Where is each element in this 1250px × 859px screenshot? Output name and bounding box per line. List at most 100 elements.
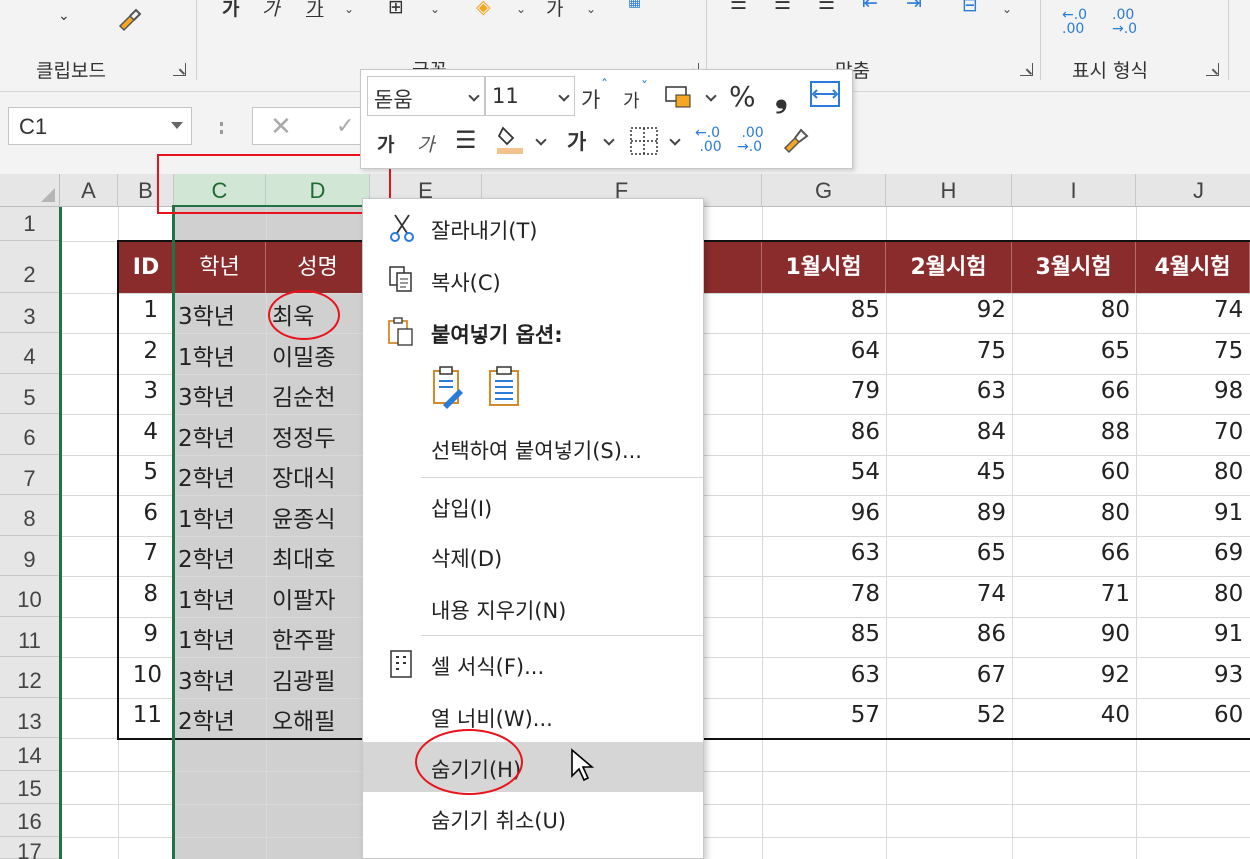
cell-grade[interactable]: 3학년 [178,662,235,696]
menu-item-hide[interactable]: 숨기기(H) [363,742,703,792]
cell-name[interactable]: 김순천 [272,378,335,412]
cell-name[interactable]: 정정두 [272,419,335,453]
cell-score[interactable]: 90 [1012,621,1130,647]
header-cell-month2[interactable]: 2월시험 [886,242,1012,293]
cell-score[interactable]: 84 [886,419,1006,445]
cell-id[interactable]: 11 [118,702,162,728]
cell-score[interactable]: 86 [886,621,1006,647]
cell-score[interactable]: 92 [1012,662,1130,688]
align-center-icon[interactable]: ☰ [455,126,477,154]
column-header-a[interactable]: A [60,174,118,207]
cell-score[interactable]: 40 [1012,702,1130,728]
cell-score[interactable]: 45 [886,459,1006,485]
wrap-text-icon[interactable] [809,80,841,113]
fill-dropdown-icon[interactable]: ⌄ [516,2,526,16]
fill-color-icon[interactable] [495,122,525,161]
row-header-5[interactable]: 5 [0,374,60,414]
format-painter-icon[interactable] [112,6,144,41]
paste-dropdown-icon[interactable]: ⌄ [58,8,70,24]
cell-score[interactable]: 74 [886,581,1006,607]
number-launcher-icon[interactable] [1206,63,1219,76]
row-header-8[interactable]: 8 [0,495,60,536]
enter-icon[interactable]: ✓ [336,114,354,139]
menu-item-column-width[interactable]: 열 너비(W)... [363,691,703,741]
font-name-select[interactable]: 돋움 [367,76,485,116]
name-box[interactable]: C1 [8,107,192,145]
comma-style-icon[interactable]: ❟ [775,76,788,115]
cell-score[interactable]: 65 [886,540,1006,566]
cell-name[interactable]: 장대식 [272,459,335,493]
decrease-decimal-icon[interactable]: .00 →.0 [1112,8,1137,36]
cell-grade[interactable]: 2학년 [178,459,235,493]
cell-score[interactable]: 63 [762,662,880,688]
format-painter-icon[interactable] [779,124,811,161]
merge-dropdown-icon[interactable]: ⌄ [1002,2,1012,16]
cell-score[interactable]: 71 [1012,581,1130,607]
fill-dropdown-icon[interactable] [535,134,547,146]
header-cell-month4[interactable]: 4월시험 [1136,242,1250,293]
cell-score[interactable]: 67 [886,662,1006,688]
cell-score[interactable]: 86 [762,419,880,445]
cell-grade[interactable]: 1학년 [178,621,235,655]
cell-score[interactable]: 66 [1012,540,1130,566]
clipboard-launcher-icon[interactable] [173,63,186,76]
cell-score[interactable]: 80 [1012,297,1130,323]
cell-name[interactable]: 이밀종 [272,338,335,372]
cell-id[interactable]: 5 [118,459,158,485]
cell-score[interactable]: 85 [762,621,880,647]
cell-score[interactable]: 91 [1214,500,1243,526]
row-header-6[interactable]: 6 [0,414,60,455]
grow-font-icon[interactable]: 가 [581,84,600,114]
font-color-icon[interactable]: 가 [567,126,586,156]
cell-score[interactable]: 63 [886,378,1006,404]
row-header-2[interactable]: 2 [0,241,60,293]
cell-score[interactable]: 70 [1214,419,1243,445]
cell-name[interactable]: 김광필 [272,662,335,696]
borders-icon[interactable] [629,126,659,161]
italic-icon[interactable]: 가 [417,130,434,157]
cell-id[interactable]: 9 [118,621,158,647]
paste-values-icon[interactable] [485,365,525,413]
cell-score[interactable]: 78 [762,581,880,607]
row-header-13[interactable]: 13 [0,698,60,738]
menu-item-clear-contents[interactable]: 내용 지우기(N) [363,583,703,633]
cancel-icon[interactable]: ✕ [270,112,292,142]
cell-grade[interactable]: 2학년 [178,419,235,453]
borders-dropdown-icon[interactable]: ⌄ [430,2,440,16]
cell-score[interactable]: 92 [886,297,1006,323]
underline-dropdown-icon[interactable]: ⌄ [344,2,354,16]
row-header-17[interactable]: 17 [0,837,60,859]
cell-score[interactable]: 69 [1214,540,1243,566]
cell-score[interactable]: 60 [1012,459,1130,485]
cell-score[interactable]: 98 [1214,378,1243,404]
column-header-j[interactable]: J [1136,174,1250,207]
row-header-10[interactable]: 10 [0,576,60,617]
cell-score[interactable]: 65 [1012,338,1130,364]
cell-name[interactable]: 이팔자 [272,581,335,615]
header-cell-grade[interactable]: 학년 [174,242,266,293]
row-header-12[interactable]: 12 [0,657,60,698]
cell-id[interactable]: 6 [118,500,158,526]
cell-score[interactable]: 88 [1012,419,1130,445]
menu-item-delete[interactable]: 삭제(D) [363,531,703,581]
cell-name[interactable]: 윤종식 [272,500,335,534]
accounting-format-icon[interactable] [664,83,694,114]
borders-icon[interactable]: ⊞ [388,0,404,18]
align-right-icon[interactable]: ☰ [818,0,835,14]
cell-score[interactable]: 60 [1214,702,1243,728]
row-header-1[interactable]: 1 [0,207,60,241]
font-color-dropdown-icon[interactable] [603,134,615,146]
cell-grade[interactable]: 2학년 [178,540,235,574]
menu-item-copy[interactable]: 복사(C) [363,255,703,305]
cell-grade[interactable]: 3학년 [178,297,235,331]
menu-item-format-cells[interactable]: 셀 서식(F)... [363,639,703,689]
decrease-decimal-icon[interactable]: .00 →.0 [737,126,764,154]
bold-icon[interactable]: 가 [377,130,394,157]
align-top-left-icon[interactable]: ☰ [730,0,747,14]
row-header-3[interactable]: 3 [0,293,60,333]
align-left-icon[interactable]: ▦ [628,0,641,10]
cell-score[interactable]: 75 [886,338,1006,364]
cell-id[interactable]: 1 [118,297,158,323]
header-cell-month3[interactable]: 3월시험 [1012,242,1136,293]
font-color-dropdown-icon[interactable]: ⌄ [586,2,596,16]
